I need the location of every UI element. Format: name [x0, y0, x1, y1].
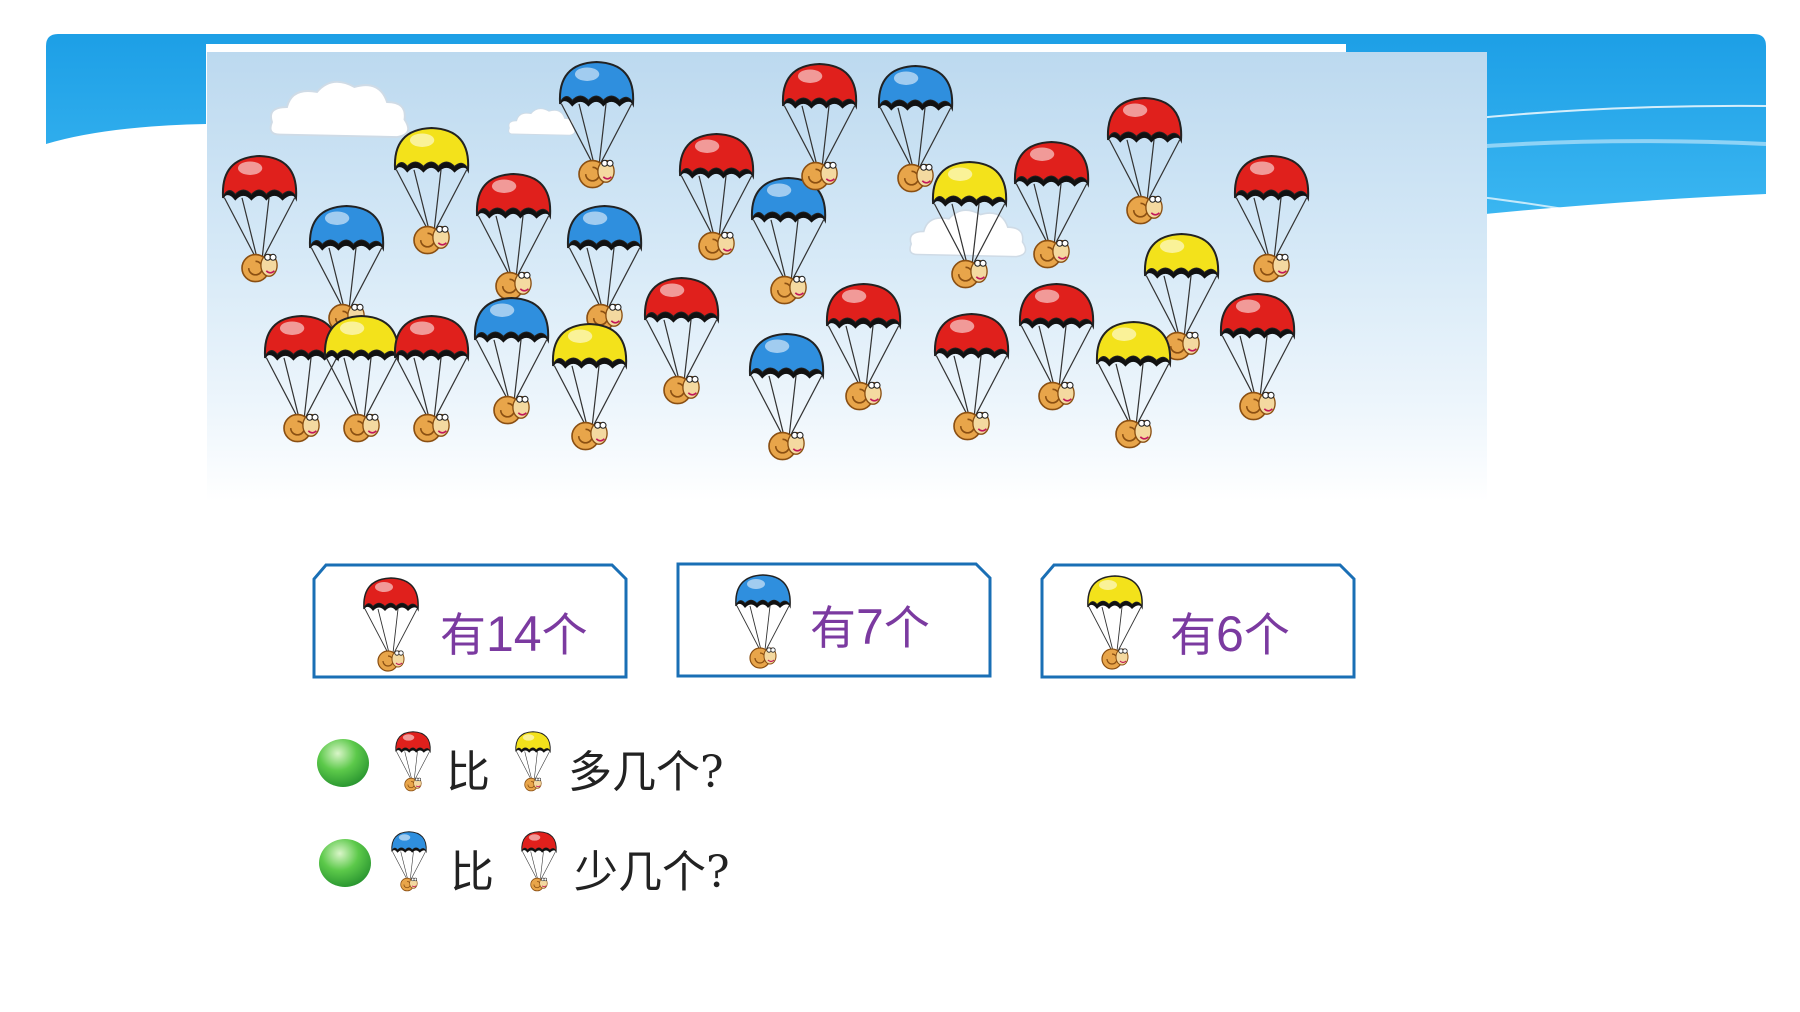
cloud-icon: [909, 209, 1027, 258]
red-parachute-icon: [476, 173, 552, 301]
red-parachute-icon: [782, 63, 858, 191]
red-parachute-icon: [1234, 155, 1310, 283]
parachute-illustration: [222, 61, 1310, 461]
question-2-compare-word: 比: [450, 847, 494, 898]
green-bullet-icon: [317, 739, 369, 787]
red-parachute-icon: [826, 283, 902, 411]
yellow-parachute-icon: [324, 315, 400, 443]
red-parachute-icon: [1220, 293, 1296, 421]
green-bullet-icon: [319, 839, 371, 887]
blue-parachute-icon: [749, 333, 825, 461]
count-blue: 有7个: [810, 599, 930, 655]
blue-parachute-icon: [735, 574, 791, 669]
red-parachute-icon: [222, 155, 298, 283]
cloud-icon: [269, 80, 410, 138]
yellow-parachute-icon: [515, 731, 551, 792]
yellow-parachute-icon: [1096, 321, 1172, 449]
question-2: 比 少几个?: [318, 828, 818, 898]
question-1-compare-word: 比: [446, 747, 490, 798]
blue-parachute-icon: [474, 297, 550, 425]
red-parachute-icon: [1107, 97, 1183, 225]
red-parachute-icon: [644, 277, 720, 405]
red-parachute-icon: [521, 831, 557, 892]
count-yellow: 有6个: [1170, 606, 1290, 662]
red-parachute-icon: [363, 577, 419, 672]
count-box-yellow: 有6个: [1040, 563, 1356, 679]
count-box-blue: 有7个: [676, 562, 992, 678]
yellow-parachute-icon: [552, 323, 628, 451]
blue-parachute-icon: [309, 205, 385, 333]
red-parachute-icon: [1019, 283, 1095, 411]
question-2-text: 少几个?: [574, 847, 730, 898]
yellow-parachute-icon: [1087, 575, 1143, 670]
red-parachute-icon: [395, 731, 431, 792]
blue-parachute-icon: [391, 831, 427, 892]
question-1: 比 多几个?: [316, 728, 816, 798]
parachute-scene: [207, 52, 1487, 502]
red-parachute-icon: [934, 313, 1010, 441]
question-1-text: 多几个?: [568, 747, 724, 798]
blue-parachute-icon: [567, 205, 643, 333]
cloud-icon: [508, 108, 576, 136]
blue-parachute-icon: [751, 177, 827, 305]
red-parachute-icon: [394, 315, 470, 443]
count-box-red: 有14个: [312, 563, 628, 679]
count-red: 有14个: [440, 606, 588, 662]
red-parachute-icon: [679, 133, 755, 261]
yellow-parachute-icon: [394, 127, 470, 255]
